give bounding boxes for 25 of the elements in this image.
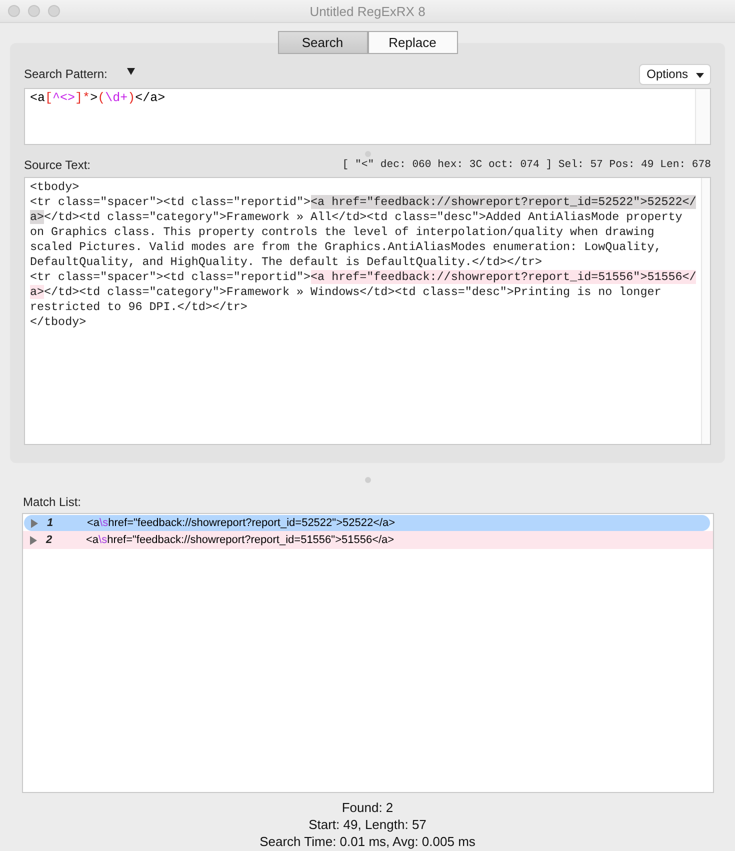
source-text-field[interactable]: <tbody> <tr class="spacer"><td class="reportid"><a href="feedback://showreport?report_id=52522">52522</ a></td><td class="category">Framework » All</td><td class="desc">Added AntiAliasMode property on Graphics class. This property controls the level of interpolation/quality when drawing scaled Pictures. Valid modes are from the Graphics.AntiAliasModes enumeration: LowQuality, DefaultQuality, and HighQuality. The default is DefaultQuality.</td></tr> <tr class="spacer"><td class="reportid"><a href="feedback://showreport?report_id=51556">51556</ a></td><td class="category">Framework » Windows</td><td class="desc">Printing is no longer restricted to 96 DPI.</td></tr> </tbody>	[24, 177, 711, 445]
match-text: <a\shref="feedback://showreport?report_id=51556">51556</a>	[86, 534, 394, 546]
status-text: Found: 2	[342, 799, 394, 816]
character-info: [ "<" dec: 060 hex: 3C oct: 074 ] Sel: 57 Pos: 49 Len: 678	[342, 159, 711, 171]
match-number: 2	[46, 534, 54, 546]
match-list-label: Match List:	[23, 495, 82, 509]
match-number: 1	[47, 517, 54, 529]
splitter-handle[interactable]	[364, 477, 370, 483]
minimize-button[interactable]	[28, 5, 40, 17]
tab[interactable]: Replace	[368, 31, 458, 54]
tab[interactable]: Search	[278, 31, 368, 54]
search-pattern-label: Search Pattern:	[24, 67, 108, 81]
close-button[interactable]	[8, 5, 20, 17]
caret-icon	[696, 73, 704, 78]
window-title: Untitled RegExRX 8	[310, 4, 426, 18]
zoom-button[interactable]	[48, 5, 60, 17]
dropdown-triangle-icon[interactable]	[127, 68, 136, 74]
pattern-field[interactable]: <a[^<>]*>(\d+)</a>	[24, 88, 711, 145]
status-text: Start: 49, Length: 57	[308, 816, 426, 833]
status-text: Search Time: 0.01 ms, Avg: 0.005 ms	[260, 833, 476, 850]
options-button[interactable]: Options	[638, 64, 711, 84]
source-text-label: Source Text:	[24, 158, 90, 172]
match-row[interactable]: 1 <a\shref="feedback://showreport?report_id=52522">52522</a>	[24, 515, 710, 531]
match-text: <a\shref="feedback://showreport?report_id=52522">52522</a>	[87, 517, 396, 529]
match-row[interactable]: 2 <a\shref="feedback://showreport?report_id=51556">51556</a>	[23, 531, 713, 549]
